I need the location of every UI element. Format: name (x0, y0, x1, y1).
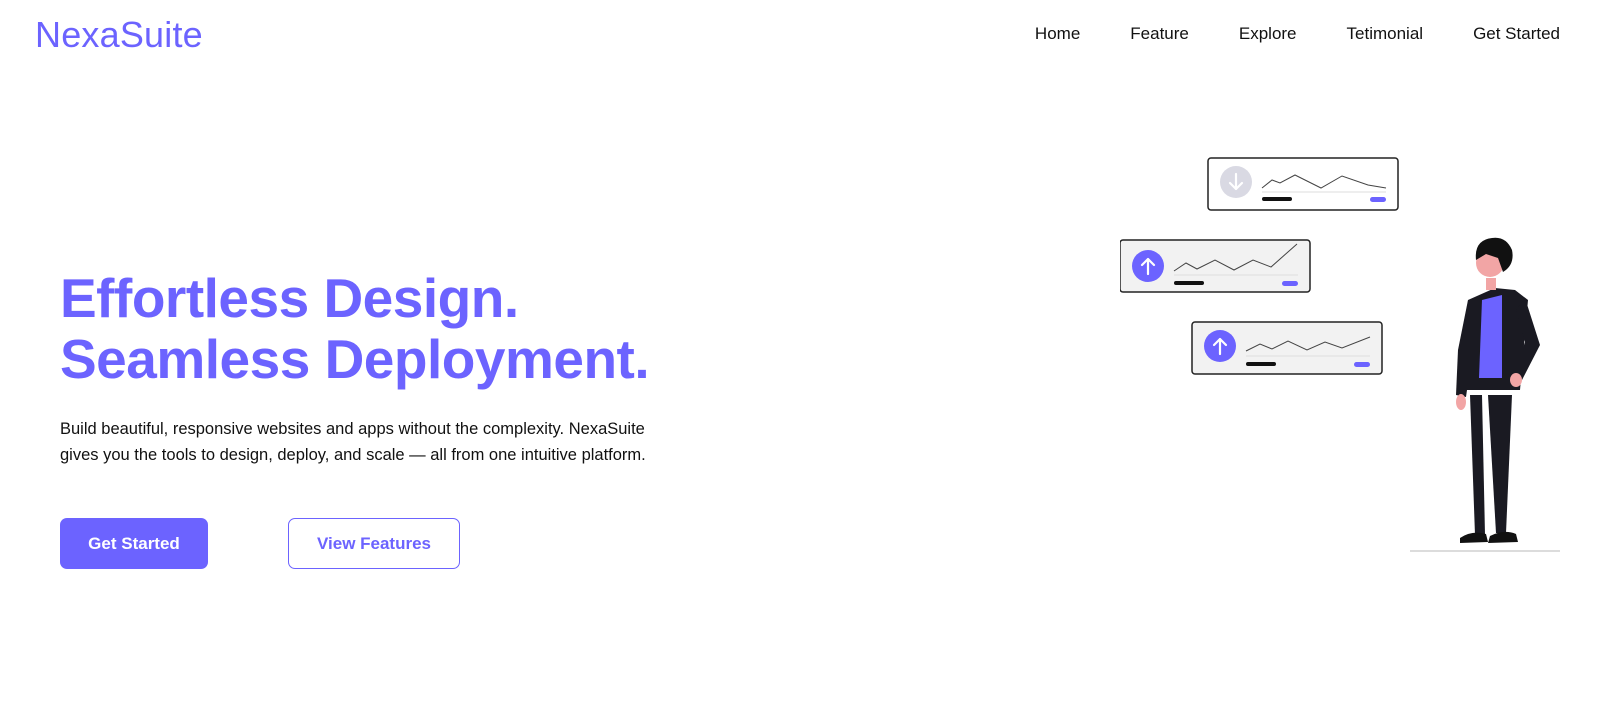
hero-illustration (1120, 157, 1560, 552)
nav-item-get-started[interactable]: Get Started (1473, 24, 1560, 44)
stats-card-1 (1207, 157, 1399, 211)
nav-item-home[interactable]: Home (1035, 24, 1080, 44)
main-nav: Home Feature Explore Tetimonial Get Star… (1035, 24, 1560, 44)
stats-card-3 (1191, 321, 1383, 375)
brand-logo[interactable]: NexaSuite (35, 14, 203, 56)
person-figure (1410, 237, 1560, 552)
hero-headline-line1: Effortless Design. (60, 267, 519, 329)
arrow-up-icon (1204, 330, 1236, 362)
card-label-bar (1246, 362, 1276, 366)
card-value-pill (1370, 197, 1386, 202)
nav-item-testimonial[interactable]: Tetimonial (1347, 24, 1424, 44)
hero-section: Effortless Design. Seamless Deployment. … (60, 268, 680, 468)
card-label-bar (1174, 281, 1204, 285)
arrow-down-icon (1220, 166, 1252, 198)
hero-description: Build beautiful, responsive websites and… (60, 420, 646, 464)
card-value-pill (1354, 362, 1370, 367)
get-started-button[interactable]: Get Started (60, 518, 208, 569)
hero-headline-line2: Seamless Deployment. (60, 328, 650, 390)
view-features-button[interactable]: View Features (288, 518, 460, 569)
card-label-bar (1262, 197, 1292, 201)
nav-item-explore[interactable]: Explore (1239, 24, 1297, 44)
card-value-pill (1282, 281, 1298, 286)
hero-headline: Effortless Design. Seamless Deployment. (60, 268, 680, 390)
arrow-up-icon (1132, 250, 1164, 282)
nav-item-feature[interactable]: Feature (1130, 24, 1189, 44)
stats-card-2 (1120, 239, 1311, 293)
